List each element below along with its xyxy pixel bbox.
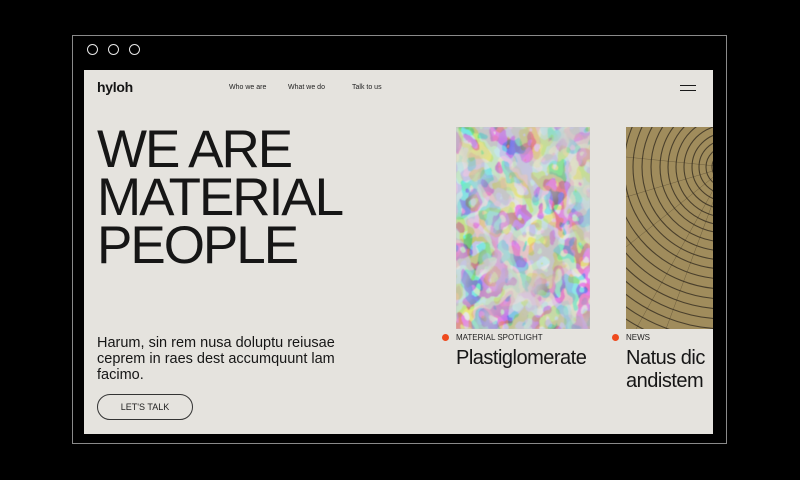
window-control-circle-icon[interactable] (108, 44, 119, 55)
card-title-line: andistem (626, 370, 704, 392)
card-category: MATERIAL SPOTLIGHT (442, 333, 543, 342)
menu-bar (680, 85, 696, 87)
web-page: hyloh Who we are What we do Talk to us W… (84, 70, 713, 434)
browser-window: hyloh Who we are What we do Talk to us W… (72, 35, 727, 444)
hero-heading: WE ARE MATERIAL PEOPLE (97, 120, 344, 275)
brand-logo[interactable]: hyloh (97, 79, 133, 95)
hamburger-menu-icon[interactable] (680, 85, 696, 93)
nav-link-who-we-are[interactable]: Who we are (229, 84, 266, 91)
lets-talk-button[interactable]: LET'S TALK (97, 394, 193, 420)
card-category-label: MATERIAL SPOTLIGHT (456, 333, 543, 342)
card-category-label: NEWS (626, 333, 650, 342)
orange-dot-icon (612, 334, 619, 341)
menu-bar (680, 90, 696, 92)
nav-link-talk-to-us[interactable]: Talk to us (352, 84, 382, 91)
hero-line: MATERIAL (97, 168, 344, 227)
wood-rings-image[interactable] (626, 127, 713, 329)
card-title-line: Natus dic (626, 347, 705, 369)
hero-line: PEOPLE (97, 216, 299, 275)
window-control-circle-icon[interactable] (129, 44, 140, 55)
hero-line: WE ARE (97, 120, 293, 179)
orange-dot-icon (442, 334, 449, 341)
nav-link-what-we-do[interactable]: What we do (288, 84, 325, 91)
card-title[interactable]: Natus dic andistem (626, 347, 705, 393)
card-title[interactable]: Plastiglomerate (456, 347, 587, 370)
intro-text: Harum, sin rem nusa doluptu reiusae cepr… (97, 335, 335, 383)
marbled-plastic-image[interactable] (456, 127, 590, 329)
card-title-line: Plastiglomerate (456, 347, 587, 369)
window-control-circle-icon[interactable] (87, 44, 98, 55)
card-category: NEWS (612, 333, 650, 342)
